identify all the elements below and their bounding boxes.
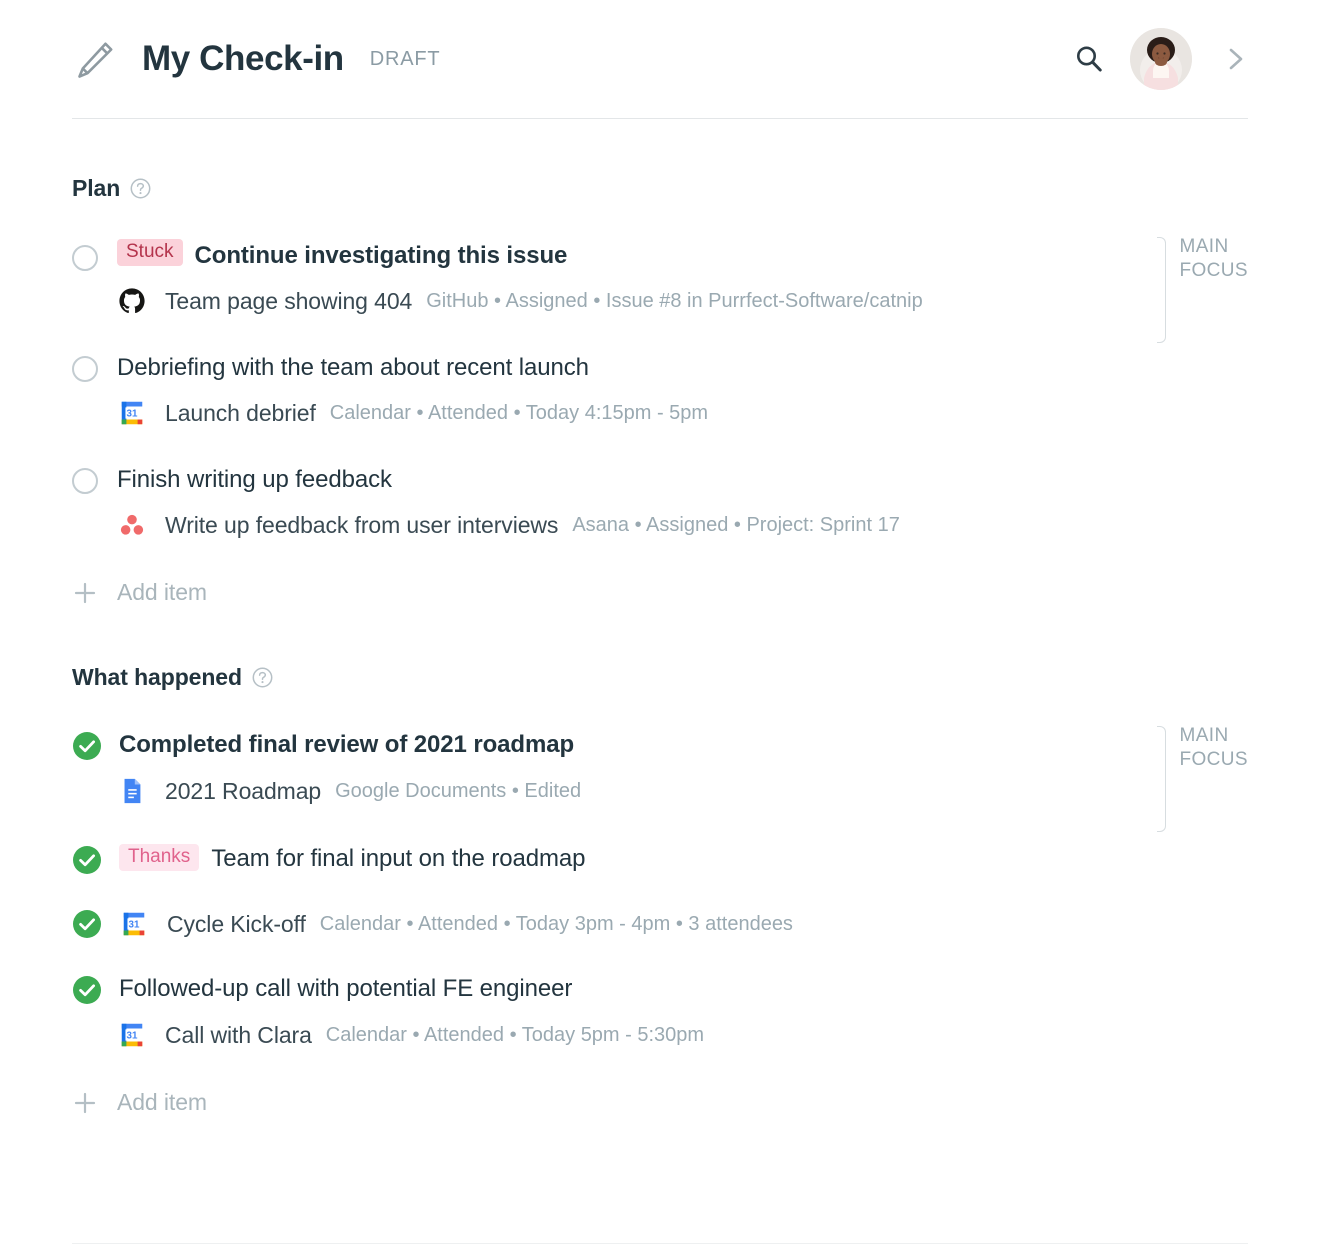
source-title: Call with Clara — [165, 1021, 312, 1048]
source-meta: Google Documents • Edited — [335, 779, 582, 802]
avatar[interactable] — [1130, 28, 1192, 90]
source-title: Write up feedback from user interviews — [165, 511, 559, 538]
checkbox-unchecked[interactable] — [72, 245, 98, 271]
list-item[interactable]: Followed-up call with potential FE engin… — [72, 974, 1248, 1050]
item-title-row: Thanks Team for final input on the roadm… — [72, 844, 1248, 875]
status-badge-stuck[interactable]: Stuck — [117, 239, 183, 266]
item-title-row: Completed final review of 2021 roadmap — [72, 730, 1248, 761]
bottom-divider — [72, 1243, 1248, 1244]
item-title-row: Stuck Continue investigating this issue — [72, 239, 1248, 271]
item-source-row[interactable]: 31 Cycle Kick-off Calendar • Attended • … — [119, 909, 793, 939]
pencil-icon[interactable] — [72, 37, 118, 83]
checkbox-checked[interactable] — [72, 909, 102, 939]
section-header: Plan — [72, 175, 1248, 202]
source-title: Team page showing 404 — [165, 287, 413, 314]
checkbox-unchecked[interactable] — [72, 468, 98, 494]
header-right-group — [1074, 28, 1248, 90]
checkbox-checked[interactable] — [72, 845, 102, 875]
source-meta: Calendar • Attended • Today 3pm - 4pm • … — [319, 912, 793, 935]
page-title: My Check-in — [142, 39, 344, 78]
item-title-row: Debriefing with the team about recent la… — [72, 353, 1248, 383]
checkin-body: Plan MAIN FOCUS Stuck Continue investiga… — [72, 175, 1248, 1116]
list-item[interactable]: Debriefing with the team about recent la… — [72, 353, 1248, 428]
item-title: Finish writing up feedback — [117, 466, 392, 493]
item-source-row[interactable]: 31 Launch debrief Calendar • Attended • … — [117, 398, 1248, 428]
section-title: What happened — [72, 664, 242, 690]
google-calendar-icon: 31 — [117, 398, 147, 428]
source-meta: Calendar • Attended • Today 5pm - 5:30pm — [325, 1023, 705, 1046]
google-calendar-icon: 31 — [119, 909, 149, 939]
plus-icon — [72, 1090, 98, 1116]
checkbox-unchecked[interactable] — [72, 356, 98, 382]
status-badge-draft: DRAFT — [369, 47, 441, 70]
section-header: What happened — [72, 664, 1248, 691]
section-plan: Plan MAIN FOCUS Stuck Continue investiga… — [72, 175, 1248, 606]
google-docs-icon — [117, 776, 147, 806]
checkbox-checked[interactable] — [72, 975, 102, 1005]
search-icon[interactable] — [1074, 44, 1104, 74]
app-header: My Check-in DRAFT — [72, 0, 1248, 119]
add-item-label: Add item — [117, 579, 207, 605]
chevron-right-icon[interactable] — [1224, 44, 1248, 74]
add-item-button[interactable]: Add item — [72, 579, 1248, 606]
github-icon — [117, 286, 147, 316]
item-source-row[interactable]: Write up feedback from user interviews A… — [117, 510, 1248, 540]
item-title: Team for final input on the roadmap — [211, 845, 586, 872]
source-meta: GitHub • Assigned • Issue #8 in Purrfect… — [426, 289, 923, 312]
google-calendar-icon: 31 — [117, 1020, 147, 1050]
asana-icon — [117, 510, 147, 540]
source-title: 2021 Roadmap — [165, 777, 322, 804]
item-title: Completed final review of 2021 roadmap — [119, 731, 575, 758]
item-source-row[interactable]: Team page showing 404 GitHub • Assigned … — [117, 286, 1248, 316]
source-title: Launch debrief — [165, 399, 316, 426]
svg-text:31: 31 — [127, 1031, 138, 1042]
help-circle-icon[interactable] — [252, 667, 273, 688]
item-title: Continue investigating this issue — [194, 242, 568, 269]
item-source-row[interactable]: 2021 Roadmap Google Documents • Edited — [117, 776, 1248, 806]
item-title-row: 31 Cycle Kick-off Calendar • Attended • … — [72, 908, 1248, 939]
item-title-row: Followed-up call with potential FE engin… — [72, 974, 1248, 1005]
checkbox-checked[interactable] — [72, 731, 102, 761]
add-item-label: Add item — [117, 1089, 207, 1115]
item-title: Followed-up call with potential FE engin… — [119, 975, 573, 1002]
svg-text:31: 31 — [127, 409, 138, 420]
source-meta: Asana • Assigned • Project: Sprint 17 — [572, 513, 900, 536]
list-item[interactable]: Thanks Team for final input on the roadm… — [72, 844, 1248, 875]
svg-text:31: 31 — [129, 920, 140, 931]
header-left-group: My Check-in DRAFT — [72, 35, 1074, 83]
item-title-row: Finish writing up feedback — [72, 465, 1248, 495]
plus-icon — [72, 580, 98, 606]
list-item[interactable]: 31 Cycle Kick-off Calendar • Attended • … — [72, 908, 1248, 939]
help-circle-icon[interactable] — [130, 178, 151, 199]
source-title: Cycle Kick-off — [167, 910, 306, 937]
add-item-button[interactable]: Add item — [72, 1089, 1248, 1116]
source-meta: Calendar • Attended • Today 4:15pm - 5pm — [329, 401, 709, 424]
list-item[interactable]: Stuck Continue investigating this issue … — [72, 239, 1248, 316]
item-source-row[interactable]: 31 Call with Clara Calendar • Attended •… — [117, 1020, 1248, 1050]
section-title: Plan — [72, 175, 121, 201]
item-title: Debriefing with the team about recent la… — [117, 354, 589, 381]
status-badge-thanks[interactable]: Thanks — [119, 844, 200, 871]
list-item[interactable]: Finish writing up feedback Write up feed… — [72, 465, 1248, 540]
section-what-happened: What happened MAIN FOCUS Completed final… — [72, 664, 1248, 1116]
list-item[interactable]: Completed final review of 2021 roadmap 2… — [72, 730, 1248, 806]
